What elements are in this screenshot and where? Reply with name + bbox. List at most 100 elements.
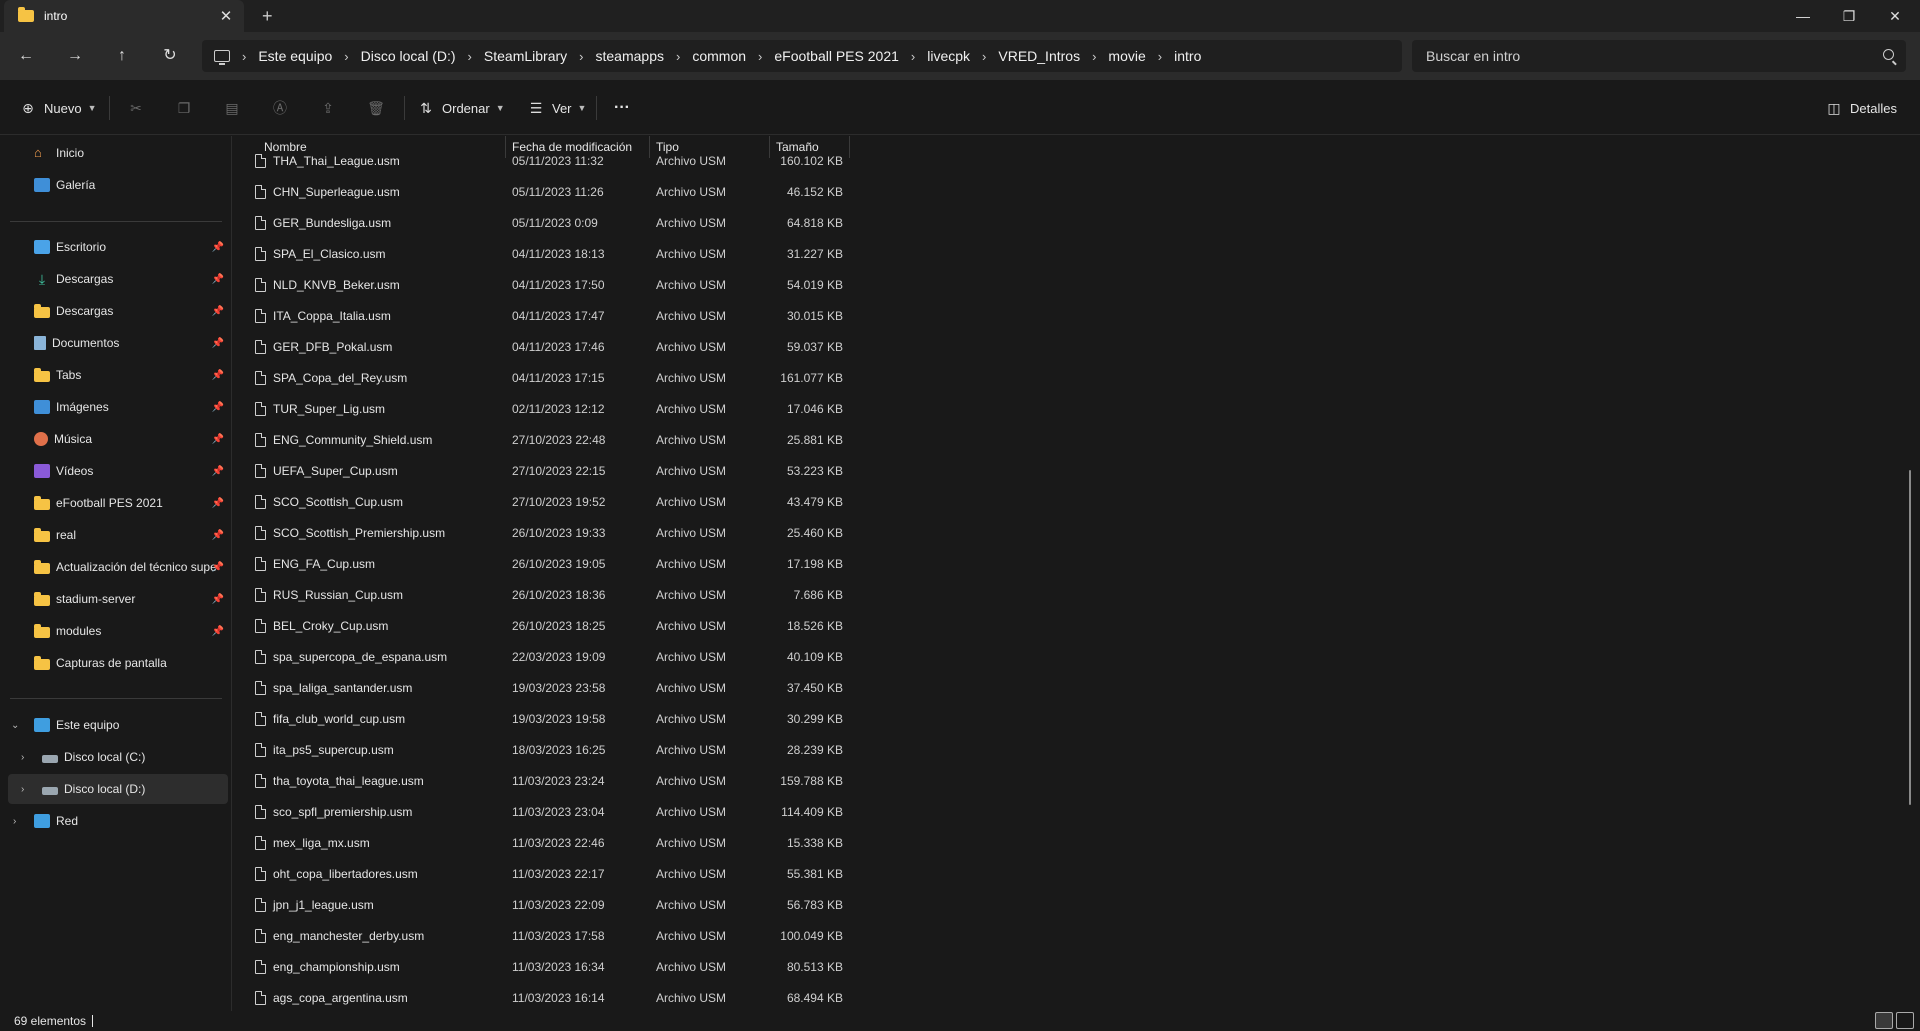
table-row[interactable]: SPA_Copa_del_Rey.usm 04/11/2023 17:15 Arch… (233, 363, 853, 394)
maximize-button[interactable]: ❐ (1826, 0, 1872, 32)
pin-icon[interactable]: 📌 (212, 370, 224, 381)
pin-icon[interactable]: 📌 (212, 434, 224, 445)
breadcrumb-disco-d[interactable]: Disco local (D:) (361, 48, 456, 64)
sidebar-item-red[interactable]: › Red (8, 806, 228, 836)
sidebar-item-disco-c[interactable]: › Disco local (C:) (8, 742, 228, 772)
pin-icon[interactable]: 📌 (212, 562, 224, 573)
table-row[interactable]: spa_supercopa_de_espana.usm 22/03/2023 19… (233, 642, 853, 673)
breadcrumb-este-equipo[interactable]: Este equipo (258, 48, 332, 64)
sidebar-item-real[interactable]: real 📌 (8, 520, 228, 550)
chevron-right-icon[interactable]: › (21, 752, 24, 763)
table-row[interactable]: ITA_Coppa_Italia.usm 04/11/2023 17:47 Arch… (233, 301, 853, 332)
table-row[interactable]: tha_toyota_thai_league.usm 11/03/2023 23:… (233, 766, 853, 797)
table-row[interactable]: SPA_El_Clasico.usm 04/11/2023 18:13 Archiv… (233, 239, 853, 270)
sidebar-item-stadium-server[interactable]: stadium-server 📌 (8, 584, 228, 614)
sidebar-item-disco-d[interactable]: › Disco local (D:) (8, 774, 228, 804)
table-row[interactable]: SCO_Scottish_Premiership.usm 26/10/2023 1… (233, 518, 853, 549)
table-row[interactable]: jpn_j1_league.usm 11/03/2023 22:09 Archivo… (233, 890, 853, 921)
table-row[interactable]: oht_copa_libertadores.usm 11/03/2023 22:1… (233, 859, 853, 890)
table-row[interactable]: spa_laliga_santander.usm 19/03/2023 23:58… (233, 673, 853, 704)
pin-icon[interactable]: 📌 (212, 274, 224, 285)
chevron-down-icon[interactable]: ⌄ (11, 720, 19, 731)
pin-icon[interactable]: 📌 (212, 338, 224, 349)
table-row[interactable]: fifa_club_world_cup.usm 19/03/2023 19:58 A… (233, 704, 853, 735)
table-row[interactable]: SCO_Scottish_Cup.usm 27/10/2023 19:52 Arch… (233, 487, 853, 518)
chevron-right-icon[interactable]: › (21, 784, 24, 795)
table-row[interactable]: THA_Thai_League.usm 05/11/2023 11:32 Archi… (233, 146, 853, 177)
sidebar-item-inicio[interactable]: ⌂ Inicio (8, 138, 228, 168)
table-row[interactable]: ENG_FA_Cup.usm 26/10/2023 19:05 Archivo US… (233, 549, 853, 580)
breadcrumb-steamlibrary[interactable]: SteamLibrary (484, 48, 567, 64)
breadcrumb-vred-intros[interactable]: VRED_Intros (998, 48, 1080, 64)
sidebar-item-este-equipo[interactable]: ⌄ Este equipo (8, 710, 228, 740)
breadcrumb-efootball[interactable]: eFootball PES 2021 (774, 48, 899, 64)
sidebar-item-descargas[interactable]: ⤓ Descargas 📌 (8, 264, 228, 294)
table-row[interactable]: ags_copa_argentina.usm 11/03/2023 16:14 Ar… (233, 983, 853, 1011)
table-row[interactable]: CHN_Superleague.usm 05/11/2023 11:26 Archi… (233, 177, 853, 208)
table-row[interactable]: TUR_Super_Lig.usm 02/11/2023 12:12 Archivo… (233, 394, 853, 425)
table-row[interactable]: sco_spfl_premiership.usm 11/03/2023 23:04… (233, 797, 853, 828)
sidebar-item-escritorio[interactable]: Escritorio 📌 (8, 232, 228, 262)
details-button[interactable]: ◫ Detalles (1826, 96, 1897, 120)
delete-button[interactable]: 🗑 (367, 96, 392, 120)
copy-button[interactable]: ❐ (176, 96, 200, 120)
table-row[interactable]: ENG_Community_Shield.usm 27/10/2023 22:48… (233, 425, 853, 456)
sidebar-item-musica[interactable]: Música 📌 (8, 424, 228, 454)
breadcrumb-livecpk[interactable]: livecpk (927, 48, 970, 64)
table-row[interactable]: GER_DFB_Pokal.usm 04/11/2023 17:46 Archivo… (233, 332, 853, 363)
table-row[interactable]: UEFA_Super_Cup.usm 27/10/2023 22:15 Archiv… (233, 456, 853, 487)
pin-icon[interactable]: 📌 (212, 306, 224, 317)
pin-icon[interactable]: 📌 (212, 594, 224, 605)
refresh-button[interactable]: ↻ (158, 44, 182, 68)
sidebar-item-tabs[interactable]: Tabs 📌 (8, 360, 228, 390)
sidebar-item-modules[interactable]: modules 📌 (8, 616, 228, 646)
breadcrumb-intro[interactable]: intro (1174, 48, 1201, 64)
back-button[interactable]: ← (14, 44, 38, 68)
details-view-icon[interactable] (1875, 1012, 1893, 1029)
table-row[interactable]: BEL_Croky_Cup.usm 26/10/2023 18:25 Archivo… (233, 611, 853, 642)
sort-button[interactable]: ⇅ Ordenar ▼ (418, 96, 505, 120)
sidebar-item-efootball[interactable]: eFootball PES 2021 📌 (8, 488, 228, 518)
breadcrumb-common[interactable]: common (692, 48, 746, 64)
table-row[interactable]: eng_manchester_derby.usm 11/03/2023 17:58… (233, 921, 853, 952)
forward-button[interactable]: → (63, 44, 87, 68)
table-row[interactable]: NLD_KNVB_Beker.usm 04/11/2023 17:50 Archiv… (233, 270, 853, 301)
tab-intro[interactable]: intro ✕ (4, 0, 244, 32)
up-button[interactable]: ↑ (110, 44, 134, 68)
sidebar-item-capturas[interactable]: Capturas de pantalla (8, 648, 228, 678)
tiles-view-icon[interactable] (1896, 1012, 1914, 1029)
pin-icon[interactable]: 📌 (212, 626, 224, 637)
sidebar-item-videos[interactable]: Vídeos 📌 (8, 456, 228, 486)
search-input[interactable]: Buscar en intro (1412, 40, 1906, 72)
chevron-right-icon[interactable]: › (13, 816, 16, 827)
sidebar-item-descargas-folder[interactable]: Descargas 📌 (8, 296, 228, 326)
cut-button[interactable]: ✂ (128, 96, 152, 120)
pin-icon[interactable]: 📌 (212, 466, 224, 477)
rename-button[interactable]: Ⓐ (272, 96, 296, 120)
view-button[interactable]: ☰ Ver ▼ (528, 96, 587, 120)
pin-icon[interactable]: 📌 (212, 402, 224, 413)
share-button[interactable]: ⇪ (320, 96, 344, 120)
table-row[interactable]: RUS_Russian_Cup.usm 26/10/2023 18:36 Archi… (233, 580, 853, 611)
table-row[interactable]: ita_ps5_supercup.usm 18/03/2023 16:25 Arch… (233, 735, 853, 766)
table-row[interactable]: GER_Bundesliga.usm 05/11/2023 0:09 Archivo… (233, 208, 853, 239)
pin-icon[interactable]: 📌 (212, 498, 224, 509)
tab-close-button[interactable]: ✕ (214, 7, 238, 25)
more-options-button[interactable]: ··· (614, 96, 630, 120)
address-bar[interactable]: › Este equipo › Disco local (D:) › Steam… (202, 40, 1402, 72)
minimize-button[interactable]: — (1780, 0, 1826, 32)
close-button[interactable]: ✕ (1872, 0, 1918, 32)
breadcrumb-steamapps[interactable]: steamapps (596, 48, 664, 64)
new-tab-button[interactable]: + (262, 6, 273, 27)
paste-button[interactable]: ▤ (224, 96, 248, 120)
table-row[interactable]: mex_liga_mx.usm 11/03/2023 22:46 Archivo U… (233, 828, 853, 859)
pin-icon[interactable]: 📌 (212, 242, 224, 253)
breadcrumb-movie[interactable]: movie (1108, 48, 1145, 64)
sidebar-item-documentos[interactable]: Documentos 📌 (8, 328, 228, 358)
pin-icon[interactable]: 📌 (212, 530, 224, 541)
sidebar-item-galeria[interactable]: Galería (8, 170, 228, 200)
new-button[interactable]: ⊕ Nuevo ▼ (20, 96, 96, 120)
sidebar-item-actualizacion[interactable]: Actualización del técnico supe 📌 (8, 552, 228, 582)
sidebar-item-imagenes[interactable]: Imágenes 📌 (8, 392, 228, 422)
vertical-scrollbar[interactable] (1909, 470, 1911, 805)
